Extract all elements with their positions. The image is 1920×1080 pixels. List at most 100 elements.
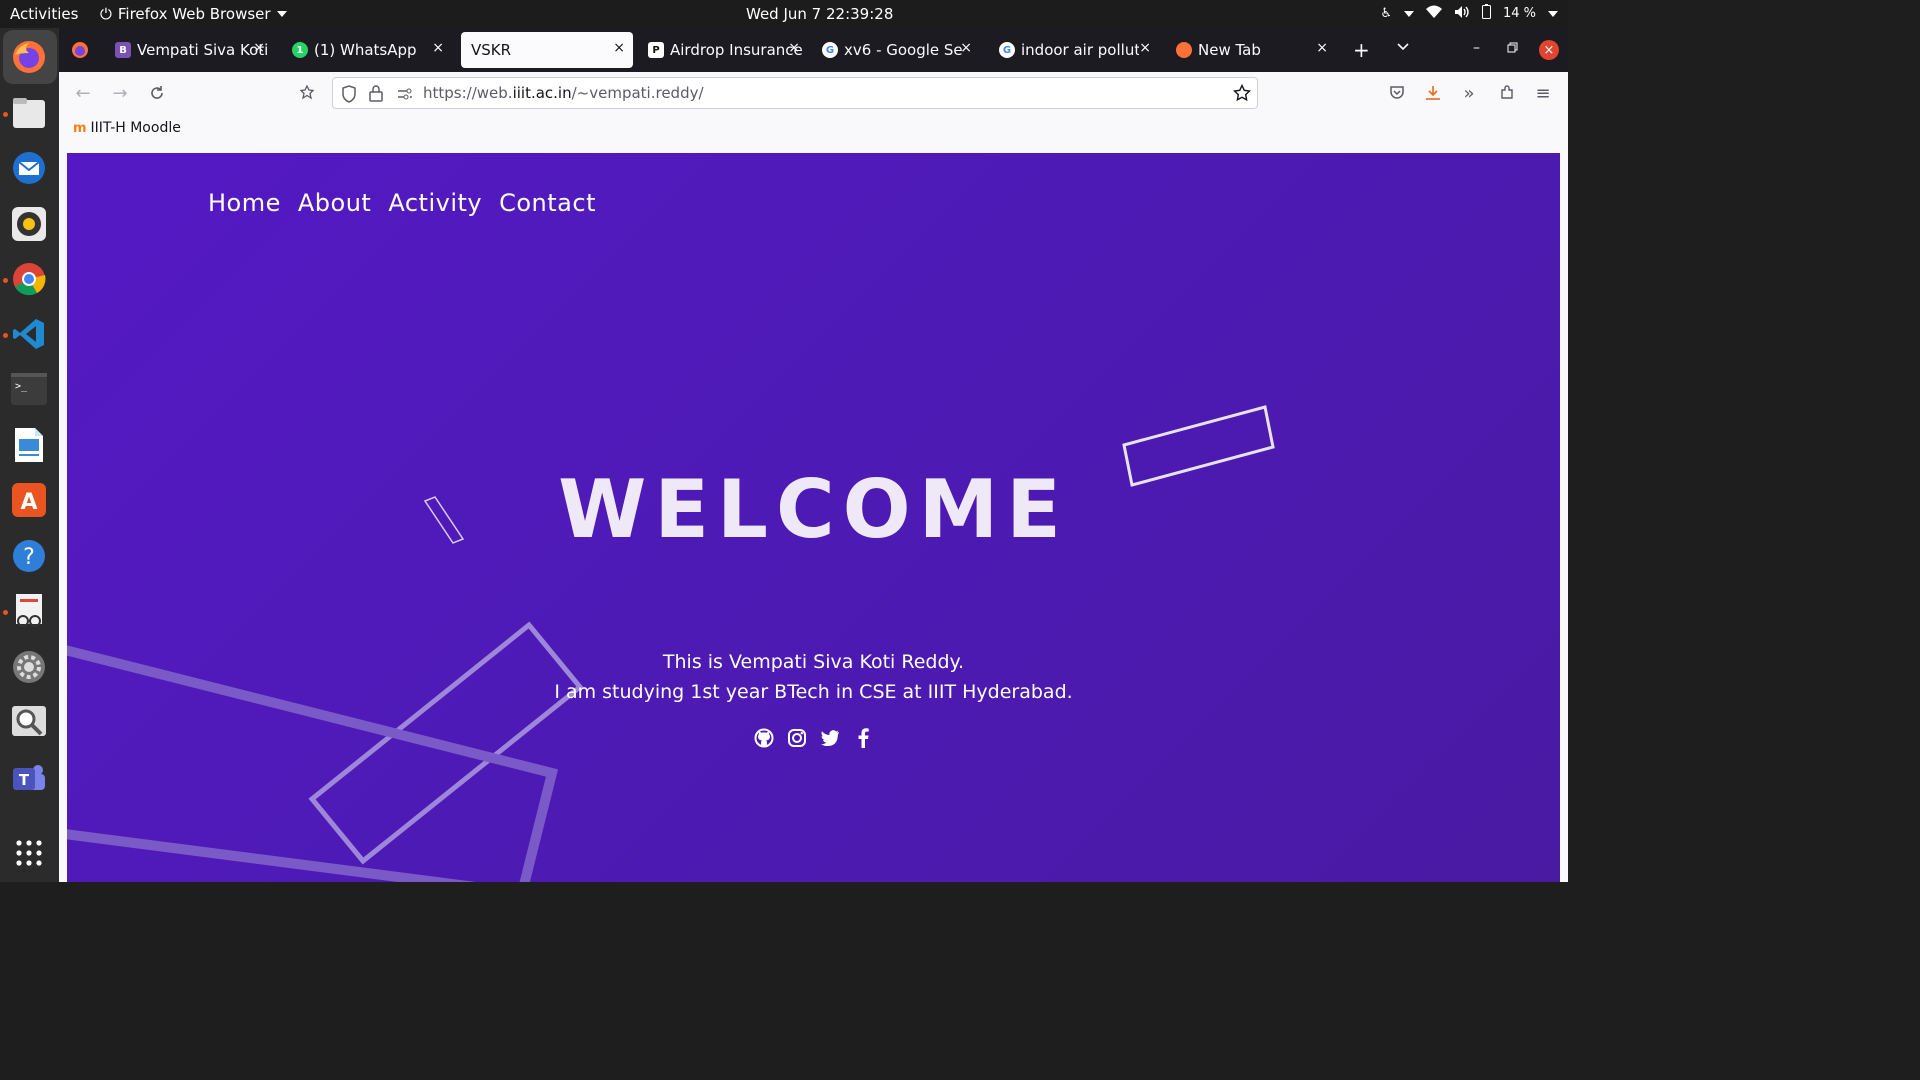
import-bookmarks-icon[interactable] xyxy=(296,82,318,104)
help-icon[interactable]: ? xyxy=(10,537,48,575)
close-icon[interactable]: × xyxy=(960,40,972,56)
wifi-icon xyxy=(1425,5,1442,23)
tab-label: indoor air pollutic xyxy=(1021,41,1139,59)
clock[interactable]: Wed Jun 7 22:39:28 xyxy=(746,5,893,23)
github-icon[interactable] xyxy=(754,728,774,748)
close-icon[interactable]: × xyxy=(613,40,625,56)
tab-airdrop[interactable]: P Airdrop Insurance × xyxy=(638,32,804,68)
dock: >_ A ? T xyxy=(0,28,59,882)
close-icon[interactable]: × xyxy=(253,40,265,56)
app-name: Firefox Web Browser xyxy=(117,5,271,23)
nav-activity[interactable]: Activity xyxy=(388,189,482,217)
bookmark-moodle[interactable]: m IIIT-H Moodle xyxy=(73,120,181,136)
power-icon: ⏻ xyxy=(100,5,112,23)
close-icon[interactable]: × xyxy=(432,40,444,56)
social-links xyxy=(754,728,873,748)
tab-indoor-air[interactable]: G indoor air pollutic × xyxy=(989,32,1159,68)
terminal-icon[interactable]: >_ xyxy=(10,370,48,408)
chevron-down-icon xyxy=(276,11,287,17)
whatsapp-icon: 1 xyxy=(292,42,308,58)
new-tab-button[interactable]: + xyxy=(1353,38,1370,62)
more-tools-icon[interactable]: » xyxy=(1458,82,1480,104)
bookmarks-toolbar: m IIIT-H Moodle xyxy=(59,114,1568,144)
settings-icon[interactable] xyxy=(10,648,48,686)
menu-icon[interactable]: ≡ xyxy=(1532,82,1554,104)
nav-home[interactable]: Home xyxy=(208,189,281,217)
lock-icon[interactable] xyxy=(369,85,383,106)
bookmark-star-icon[interactable] xyxy=(1232,83,1252,106)
activities-button[interactable]: Activities xyxy=(10,5,78,23)
volume-icon xyxy=(1454,5,1470,23)
facebook-icon[interactable] xyxy=(853,728,873,748)
google-icon: G xyxy=(822,42,838,58)
teams-icon[interactable]: T xyxy=(10,759,48,797)
svg-text:>_: >_ xyxy=(15,381,28,392)
close-icon[interactable]: × xyxy=(1139,40,1151,56)
pocket-icon[interactable] xyxy=(1386,82,1408,104)
chrome-icon[interactable] xyxy=(10,260,48,298)
running-indicator xyxy=(3,112,8,117)
firefox-icon xyxy=(1176,42,1192,58)
tab-label: Vempati Siva Koti xyxy=(137,41,269,59)
tab-label: Airdrop Insurance xyxy=(670,41,803,59)
twitter-icon[interactable] xyxy=(820,728,840,748)
url-bar[interactable]: https://web.iiit.ac.in/~vempati.reddy/ xyxy=(332,77,1258,109)
permissions-icon[interactable] xyxy=(397,86,413,105)
rhythmbox-icon[interactable] xyxy=(10,205,48,243)
pocket-icon: P xyxy=(648,42,664,58)
chevron-down-icon xyxy=(1403,10,1414,17)
downloads-icon[interactable] xyxy=(1422,82,1444,104)
app-menu[interactable]: ⏻ Firefox Web Browser xyxy=(100,5,287,23)
system-top-bar: Activities ⏻ Firefox Web Browser Wed Jun… xyxy=(0,0,1568,28)
moodle-icon: m xyxy=(73,120,87,136)
restore-button[interactable] xyxy=(1507,39,1519,58)
back-button[interactable]: ← xyxy=(72,82,94,104)
forward-button[interactable]: → xyxy=(109,82,131,104)
close-window-button[interactable]: × xyxy=(1539,40,1559,60)
web-page: Home About Activity Contact WELCOME This… xyxy=(67,153,1560,882)
tab-label: (1) WhatsApp xyxy=(314,41,417,59)
software-center-icon[interactable]: A xyxy=(10,481,48,519)
battery-level: 14 % xyxy=(1502,6,1536,21)
tab-whatsapp[interactable]: 1 (1) WhatsApp × xyxy=(282,32,452,68)
thunderbird-icon[interactable] xyxy=(10,149,48,187)
tracking-protection-icon[interactable] xyxy=(341,85,357,107)
bookmark-label: IIIT-H Moodle xyxy=(90,120,181,136)
list-all-tabs-button[interactable] xyxy=(1396,39,1410,58)
writer-icon[interactable] xyxy=(10,426,48,464)
svg-text:A: A xyxy=(20,490,37,515)
nav-contact[interactable]: Contact xyxy=(499,189,596,217)
svg-text:T: T xyxy=(19,771,30,789)
instagram-icon[interactable] xyxy=(787,728,807,748)
running-indicator xyxy=(3,333,8,338)
files-icon[interactable] xyxy=(10,94,48,132)
firefox-icon[interactable] xyxy=(10,38,48,76)
system-tray[interactable]: ♿ 14 % xyxy=(1380,4,1558,23)
intro-text: This is Vempati Siva Koti Reddy. I am st… xyxy=(67,647,1560,707)
google-icon: G xyxy=(999,42,1015,58)
running-indicator xyxy=(3,278,8,283)
tab-vempati[interactable]: B Vempati Siva Koti × xyxy=(105,32,273,68)
tab-xv6[interactable]: G xv6 - Google Sear × xyxy=(812,32,980,68)
tab-vskr[interactable]: VSKR × xyxy=(461,32,633,68)
firefox-window: B Vempati Siva Koti × 1 (1) WhatsApp × V… xyxy=(59,28,1568,882)
reload-button[interactable] xyxy=(146,82,168,104)
firefox-view-icon[interactable] xyxy=(71,41,89,63)
show-applications-icon[interactable] xyxy=(10,834,48,872)
tab-label: VSKR xyxy=(471,41,512,59)
welcome-heading: WELCOME xyxy=(558,463,1069,556)
vscode-icon[interactable] xyxy=(10,315,48,353)
close-icon[interactable]: × xyxy=(1316,40,1328,56)
close-icon[interactable]: × xyxy=(788,40,800,56)
accessibility-icon[interactable]: ♿ xyxy=(1380,6,1392,21)
url-domain: iiit.ac.in xyxy=(512,84,572,102)
minimize-button[interactable]: – xyxy=(1473,40,1480,56)
tab-new-tab[interactable]: New Tab × xyxy=(1166,32,1336,68)
extensions-icon[interactable] xyxy=(1496,82,1518,104)
battery-icon xyxy=(1481,4,1491,23)
nav-about[interactable]: About xyxy=(298,189,371,217)
url-text[interactable]: https://web.iiit.ac.in/~vempati.reddy/ xyxy=(423,84,704,102)
magnifier-icon[interactable] xyxy=(10,703,48,741)
chevron-down-icon xyxy=(1548,10,1558,17)
document-viewer-icon[interactable] xyxy=(10,592,48,630)
